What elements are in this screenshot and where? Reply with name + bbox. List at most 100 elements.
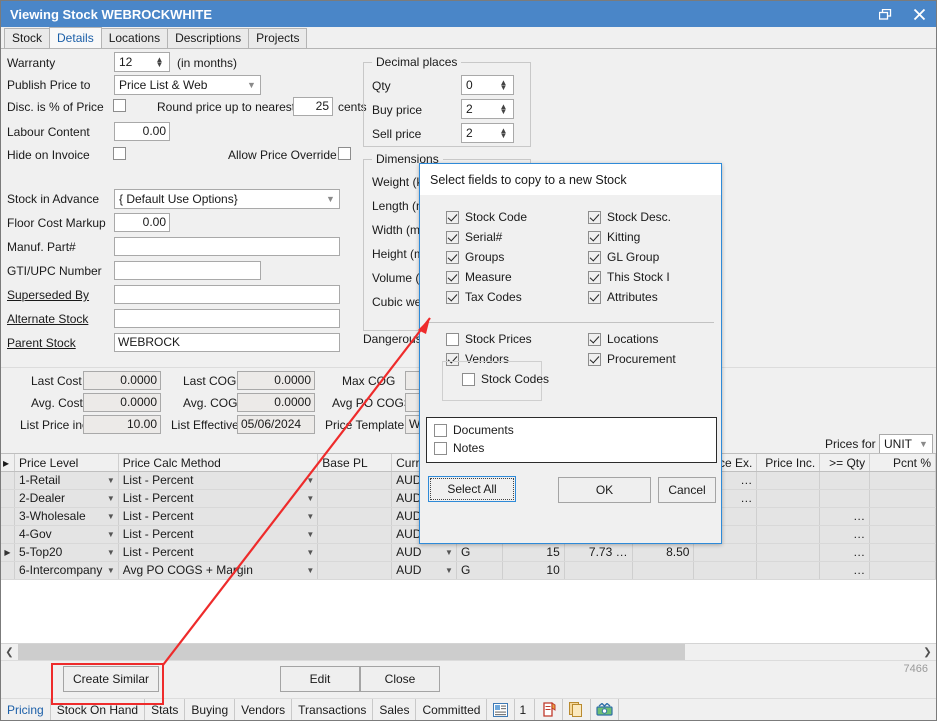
checkbox-box[interactable] (588, 333, 601, 346)
cell-base-pl[interactable] (318, 490, 392, 507)
disc-percent-checkbox[interactable] (113, 99, 126, 112)
grid-hscrollbar[interactable]: ❮ ❯ (1, 643, 936, 660)
chevron-down-icon[interactable]: ▼ (107, 532, 115, 538)
cell-gte-qty[interactable]: … (820, 508, 870, 525)
cell-price-calc-method[interactable]: List - Percent▼ (119, 508, 319, 525)
checkbox-box[interactable] (446, 271, 459, 284)
sidebar-item-buying[interactable]: Buying (185, 699, 235, 720)
cell-price-ex[interactable] (694, 544, 757, 561)
parent-stock-input[interactable]: WEBROCK (114, 333, 340, 352)
scroll-left-icon[interactable]: ❮ (1, 644, 18, 661)
close-icon[interactable] (902, 1, 936, 27)
chevron-down-icon[interactable]: ▼ (107, 568, 115, 574)
cell-base-pl[interactable] (318, 526, 392, 543)
cell-unnamed-1[interactable]: 10 (503, 562, 565, 579)
tab-stock[interactable]: Stock (4, 28, 50, 48)
cell-currency[interactable]: AUD▼ (392, 562, 457, 579)
checkbox-kitting[interactable]: Kitting (588, 230, 640, 244)
cell-tax[interactable]: G (457, 544, 503, 561)
cell-price-inc[interactable] (757, 490, 820, 507)
cell-pcnt[interactable] (870, 562, 936, 579)
close-button[interactable]: Close (360, 666, 440, 692)
superseded-by-label[interactable]: Superseded By (7, 288, 89, 302)
checkbox-stock-desc[interactable]: Stock Desc. (588, 210, 671, 224)
checkbox-tax-codes[interactable]: Tax Codes (446, 290, 522, 304)
chevron-down-icon[interactable]: ▼ (243, 80, 260, 90)
table-row[interactable]: ▶ 5-Top20▼ List - Percent▼ AUD▼ G 15 7.7… (1, 544, 936, 562)
prices-for-select[interactable]: UNIT ▼ (879, 434, 933, 454)
tab-details[interactable]: Details (49, 27, 102, 48)
checkbox-box[interactable] (462, 373, 475, 386)
cell-price-calc-method[interactable]: Avg PO COGS + Margin▼ (119, 562, 319, 579)
checkbox-notes[interactable]: Notes (434, 441, 484, 455)
round-price-input[interactable]: 25 (293, 97, 333, 116)
checkbox-locations[interactable]: Locations (588, 332, 658, 346)
cell-unnamed-2[interactable] (565, 562, 633, 579)
checkbox-box[interactable] (434, 442, 447, 455)
checkbox-box[interactable] (588, 353, 601, 366)
checkbox-box[interactable] (588, 271, 601, 284)
tab-projects[interactable]: Projects (248, 28, 307, 48)
col-price-inc[interactable]: Price Inc. (757, 454, 820, 471)
cell-price-level[interactable]: 2-Dealer▼ (15, 490, 119, 507)
tab-descriptions[interactable]: Descriptions (167, 28, 249, 48)
col-price-level[interactable]: Price Level (15, 454, 119, 471)
chevron-down-icon[interactable]: ▼ (107, 550, 115, 556)
copy-icon[interactable] (563, 699, 591, 720)
cell-price-level[interactable]: 6-Intercompany▼ (15, 562, 119, 579)
chevron-down-icon[interactable]: ▼ (306, 532, 314, 538)
manuf-part-input[interactable] (114, 237, 340, 256)
extras-listbox[interactable]: Documents Notes (426, 417, 717, 463)
cell-tax[interactable]: G (457, 562, 503, 579)
col-pcnt[interactable]: Pcnt % (870, 454, 936, 471)
checkbox-box[interactable] (588, 231, 601, 244)
spinner-arrows-icon[interactable]: ▲▼ (497, 128, 513, 138)
superseded-by-input[interactable] (114, 285, 340, 304)
checkbox-documents[interactable]: Documents (434, 423, 514, 437)
alternate-stock-input[interactable] (114, 309, 340, 328)
table-row[interactable]: 6-Intercompany▼ Avg PO COGS + Margin▼ AU… (1, 562, 936, 580)
cell-base-pl[interactable] (318, 472, 392, 489)
edit-button[interactable]: Edit (280, 666, 360, 692)
floor-cost-markup-input[interactable]: 0.00 (114, 213, 170, 232)
cell-price-inc[interactable] (757, 544, 820, 561)
cell-gte-qty[interactable]: … (820, 526, 870, 543)
cell-price-calc-method[interactable]: List - Percent▼ (119, 472, 319, 489)
cell-price-calc-method[interactable]: List - Percent▼ (119, 526, 319, 543)
checkbox-box[interactable] (588, 211, 601, 224)
chevron-down-icon[interactable]: ▼ (306, 496, 314, 502)
col-gte-qty[interactable]: >= Qty (820, 454, 870, 471)
qty-decimals-stepper[interactable]: 0 ▲▼ (461, 75, 514, 95)
restore-icon[interactable] (868, 1, 902, 27)
cell-unnamed-1[interactable]: 15 (503, 544, 565, 561)
cell-price-inc[interactable] (757, 508, 820, 525)
hscroll-track[interactable] (18, 644, 919, 661)
checkbox-box[interactable] (588, 291, 601, 304)
checkbox-stock-prices[interactable]: Stock Prices (446, 332, 532, 346)
hscroll-thumb[interactable] (18, 644, 685, 661)
cell-base-pl[interactable] (318, 562, 392, 579)
cell-price-inc[interactable] (757, 526, 820, 543)
hide-on-invoice-checkbox[interactable] (113, 147, 126, 160)
checkbox-box[interactable] (446, 333, 459, 346)
cell-unnamed-3[interactable] (633, 562, 695, 579)
select-all-button[interactable]: Select All (428, 476, 516, 502)
stock-in-advance-select[interactable]: { Default Use Options} ▼ (114, 189, 340, 209)
tab-locations[interactable]: Locations (101, 28, 168, 48)
cell-currency[interactable]: AUD▼ (392, 544, 457, 561)
sidebar-item-sales[interactable]: Sales (373, 699, 416, 720)
money-icon[interactable] (591, 699, 619, 720)
cell-gte-qty[interactable] (820, 472, 870, 489)
chevron-down-icon[interactable]: ▼ (445, 568, 453, 574)
checkbox-box[interactable] (588, 251, 601, 264)
cell-price-level[interactable]: 3-Wholesale▼ (15, 508, 119, 525)
cell-gte-qty[interactable]: … (820, 562, 870, 579)
spinner-arrows-icon[interactable]: ▲▼ (153, 57, 169, 67)
sidebar-item-pricing[interactable]: Pricing (1, 699, 51, 720)
checkbox-groups[interactable]: Groups (446, 250, 504, 264)
checkbox-box[interactable] (446, 291, 459, 304)
buy-price-decimals-stepper[interactable]: 2 ▲▼ (461, 99, 514, 119)
notes-icon[interactable] (535, 699, 563, 720)
cell-pcnt[interactable] (870, 508, 936, 525)
cell-price-inc[interactable] (757, 562, 820, 579)
